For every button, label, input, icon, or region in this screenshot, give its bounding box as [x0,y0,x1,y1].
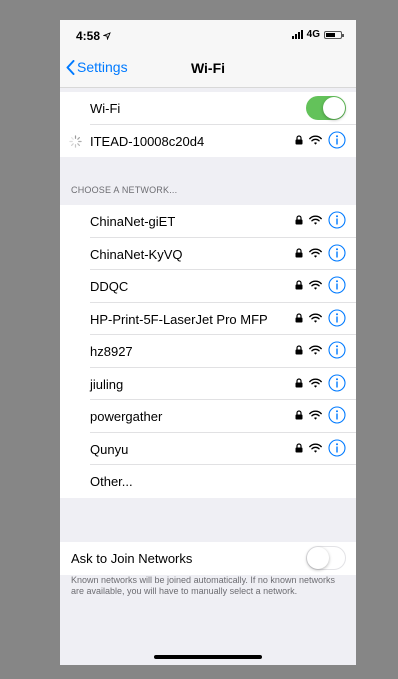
network-icons [295,438,346,457]
info-icon[interactable] [328,438,346,457]
navigation-bar: Settings Wi-Fi [60,50,356,88]
info-icon[interactable] [328,130,346,149]
status-bar: 4:58 4G [60,20,356,50]
lock-icon [295,312,303,322]
network-icons [295,276,346,294]
info-icon[interactable] [328,341,346,359]
network-row[interactable]: hz8927 [60,335,356,368]
wifi-icon [309,345,322,355]
network-icons [295,341,346,359]
lock-icon [295,345,303,355]
lock-icon [295,442,303,452]
ask-join-row: Ask to Join Networks [60,542,356,575]
connected-network-name: ITEAD-10008c20d4 [90,133,205,149]
network-name: DDQC [90,279,129,294]
connected-network-row[interactable]: ITEAD-10008c20d4 [60,125,356,158]
info-icon[interactable] [328,373,346,392]
network-type: 4G [306,29,320,40]
network-row[interactable]: ChinaNet-KyVQ [60,238,356,270]
network-name: HP-Print-5F-LaserJet Pro MFP [90,311,268,327]
ask-join-toggle[interactable] [306,546,346,570]
network-name: ChinaNet-KyVQ [90,246,183,262]
info-icon[interactable] [328,406,346,424]
wifi-icon [309,280,322,290]
wifi-icon [309,248,322,258]
ask-join-group: Ask to Join Networks [60,542,356,575]
network-list: ChinaNet-giET ChinaNet-KyVQ DDQC HP-Prin… [60,205,356,498]
signal-icon [291,30,303,39]
wifi-toggle[interactable] [306,96,346,120]
lock-icon [295,247,303,257]
network-icons [295,406,346,424]
wifi-icon [309,378,322,388]
network-icons [295,373,346,392]
lock-icon [295,410,303,420]
network-rows: ChinaNet-giET ChinaNet-KyVQ DDQC HP-Prin… [60,205,356,465]
wifi-group: Wi-Fi ITEAD-10008c20d4 [60,92,356,157]
network-icons [295,308,346,327]
info-icon[interactable] [328,211,346,229]
section-header: CHOOSE A NETWORK... [71,185,178,195]
wifi-icon [309,135,322,145]
lock-icon [295,280,303,290]
network-name: ChinaNet-giET [90,214,176,229]
status-indicators: 4G [291,29,344,40]
network-name: hz8927 [90,344,133,359]
status-time: 4:58 [76,29,112,43]
phone-screen: 4:58 4G Settings Wi-Fi Wi-Fi ITEAD-10008… [60,20,356,665]
info-icon[interactable] [328,243,346,262]
home-indicator [154,655,262,659]
wifi-icon [309,443,322,453]
wifi-toggle-row: Wi-Fi [60,92,356,125]
battery-icon [324,30,344,39]
wifi-icon [309,410,322,420]
wifi-icon [309,313,322,323]
spinner-icon [69,134,82,148]
network-icons [295,211,346,229]
network-icons [295,243,346,262]
lock-icon [295,134,303,144]
lock-icon [295,215,303,225]
network-name: powergather [90,409,163,424]
other-network-label: Other... [90,474,133,489]
other-network-row[interactable]: Other... [60,465,356,498]
ask-join-label: Ask to Join Networks [71,551,193,566]
network-row[interactable]: ChinaNet-giET [60,205,356,238]
network-row[interactable]: jiuling [60,368,356,400]
ask-join-footer: Known networks will be joined automatica… [71,575,335,596]
network-row[interactable]: Qunyu [60,433,356,465]
network-name: jiuling [90,376,124,392]
network-name: Qunyu [90,441,129,457]
wifi-icon [309,215,322,225]
network-row[interactable]: DDQC [60,270,356,303]
page-title: Wi-Fi [190,60,226,76]
info-icon[interactable] [328,308,346,327]
wifi-label: Wi-Fi [90,101,121,116]
location-arrow-icon [102,32,112,41]
info-icon[interactable] [328,276,346,294]
network-row[interactable]: powergather [60,400,356,433]
lock-icon [295,377,303,387]
network-row[interactable]: HP-Print-5F-LaserJet Pro MFP [60,303,356,335]
connected-network-icons [295,130,346,149]
